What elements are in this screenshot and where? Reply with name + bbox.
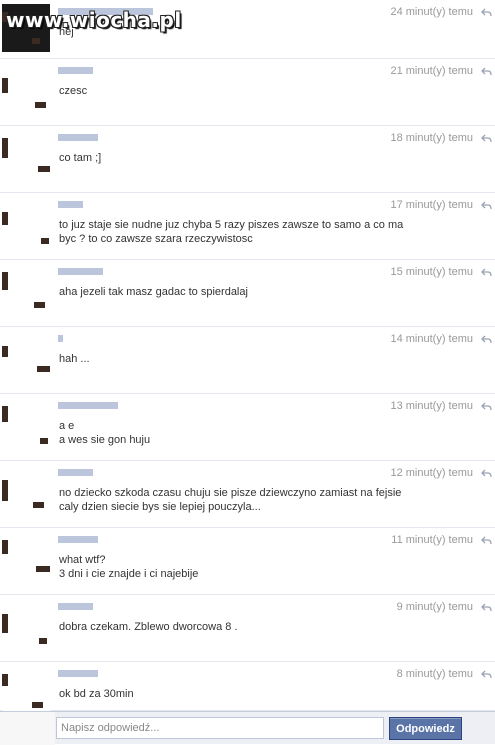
message-line: byc ? to co zawsze szara rzeczywistosc xyxy=(59,233,253,245)
message-timestamp: 9 minut(y) temu xyxy=(396,601,473,613)
message-timestamp: 12 minut(y) temu xyxy=(390,467,473,479)
message-row: 9 minut(y) temu dobra czekam. Zblewo dwor… xyxy=(0,595,495,662)
message-row: 11 minut(y) temu what wtf? 3 dni i cie zna… xyxy=(0,528,495,595)
reply-arrow-icon[interactable] xyxy=(481,669,492,680)
message-row: 12 minut(y) temu no dziecko szkoda czasu … xyxy=(0,461,495,528)
reply-arrow-icon[interactable] xyxy=(481,200,492,211)
reply-arrow-icon[interactable] xyxy=(481,7,492,18)
message-timestamp: 18 minut(y) temu xyxy=(390,132,473,144)
message-row: 13 minut(y) temu a e a wes sie gon huju xyxy=(0,394,495,461)
avatar[interactable] xyxy=(2,197,50,245)
message-timestamp: 21 minut(y) temu xyxy=(390,65,473,77)
sender-name-redacted[interactable] xyxy=(58,335,63,342)
message-timestamp: 14 minut(y) temu xyxy=(390,333,473,345)
reply-arrow-icon[interactable] xyxy=(481,267,492,278)
message-body: czesc xyxy=(59,84,404,98)
message-line: to juz staje sie nudne juz chyba 5 razy … xyxy=(59,219,404,231)
message-line: czesc xyxy=(59,85,88,97)
sender-name-redacted[interactable] xyxy=(58,134,98,141)
sender-name-redacted[interactable] xyxy=(58,603,93,610)
sender-name-redacted[interactable] xyxy=(58,469,93,476)
message-line: hah ... xyxy=(59,353,90,365)
avatar[interactable] xyxy=(2,398,50,446)
message-row: 21 minut(y) temu czesc xyxy=(0,59,495,126)
message-body: to juz staje sie nudne juz chyba 5 razy … xyxy=(59,218,404,246)
message-line: co tam ;] xyxy=(59,152,102,164)
avatar[interactable] xyxy=(2,130,50,178)
reply-arrow-icon[interactable] xyxy=(481,535,492,546)
sender-name-redacted[interactable] xyxy=(58,536,98,543)
message-body: aha jezeli tak masz gadac to spierdalaj xyxy=(59,285,404,299)
message-line: ok bd za 30min xyxy=(59,688,134,700)
sender-name-redacted[interactable] xyxy=(58,402,118,409)
reply-arrow-icon[interactable] xyxy=(481,334,492,345)
message-body: ok bd za 30min xyxy=(59,687,404,701)
message-row: 17 minut(y) temu to juz staje sie nudne j… xyxy=(0,193,495,260)
sender-name-redacted[interactable] xyxy=(58,67,93,74)
avatar[interactable] xyxy=(2,264,50,312)
avatar[interactable] xyxy=(2,63,50,111)
message-line: dobra czekam. Zblewo dworcowa 8 . xyxy=(59,621,238,633)
watermark-logo: www.wiocha.pl xyxy=(6,8,182,32)
message-row: 14 minut(y) temu hah ... xyxy=(0,327,495,394)
message-body: a e a wes sie gon huju xyxy=(59,419,404,447)
reply-arrow-icon[interactable] xyxy=(481,602,492,613)
reply-input[interactable] xyxy=(56,717,384,739)
sender-name-redacted[interactable] xyxy=(58,268,103,275)
reply-arrow-icon[interactable] xyxy=(481,133,492,144)
avatar[interactable] xyxy=(2,465,50,513)
message-row: 15 minut(y) temu aha jezeli tak masz gada… xyxy=(0,260,495,327)
message-timestamp: 11 minut(y) temu xyxy=(391,534,473,546)
avatar[interactable] xyxy=(2,532,50,580)
reply-submit-button[interactable]: Odpowiedz xyxy=(389,717,462,740)
reply-arrow-icon[interactable] xyxy=(481,66,492,77)
message-row: 18 minut(y) temu co tam ;] xyxy=(0,126,495,193)
message-line: caly dzien siecie bys sie lepiej pouczyl… xyxy=(59,501,261,513)
message-body: what wtf? 3 dni i cie znajde i ci najebij… xyxy=(59,553,404,581)
avatar[interactable] xyxy=(2,331,50,379)
message-timestamp: 15 minut(y) temu xyxy=(390,266,473,278)
message-timestamp: 24 minut(y) temu xyxy=(390,6,473,18)
message-line: no dziecko szkoda czasu chuju sie pisze … xyxy=(59,487,402,499)
avatar[interactable] xyxy=(2,599,50,647)
message-line: a wes sie gon huju xyxy=(59,434,151,446)
message-timestamp: 13 minut(y) temu xyxy=(390,400,473,412)
sender-name-redacted[interactable] xyxy=(58,201,83,208)
message-line: a e xyxy=(59,420,75,432)
avatar[interactable] xyxy=(2,666,50,714)
message-body: co tam ;] xyxy=(59,151,404,165)
message-timestamp: 17 minut(y) temu xyxy=(390,199,473,211)
message-body: hah ... xyxy=(59,352,404,366)
message-line: aha jezeli tak masz gadac to spierdalaj xyxy=(59,286,248,298)
message-body: no dziecko szkoda czasu chuju sie pisze … xyxy=(59,486,404,514)
message-line: 3 dni i cie znajde i ci najebije xyxy=(59,568,199,580)
composer-spacer xyxy=(0,712,55,745)
message-line: what wtf? xyxy=(59,554,106,566)
message-timestamp: 8 minut(y) temu xyxy=(396,668,473,680)
sender-name-redacted[interactable] xyxy=(58,670,98,677)
reply-arrow-icon[interactable] xyxy=(481,401,492,412)
reply-arrow-icon[interactable] xyxy=(481,468,492,479)
message-row: 8 minut(y) temu ok bd za 30min xyxy=(0,662,495,714)
reply-composer: Odpowiedz xyxy=(0,711,495,745)
message-body: dobra czekam. Zblewo dworcowa 8 . xyxy=(59,620,404,634)
